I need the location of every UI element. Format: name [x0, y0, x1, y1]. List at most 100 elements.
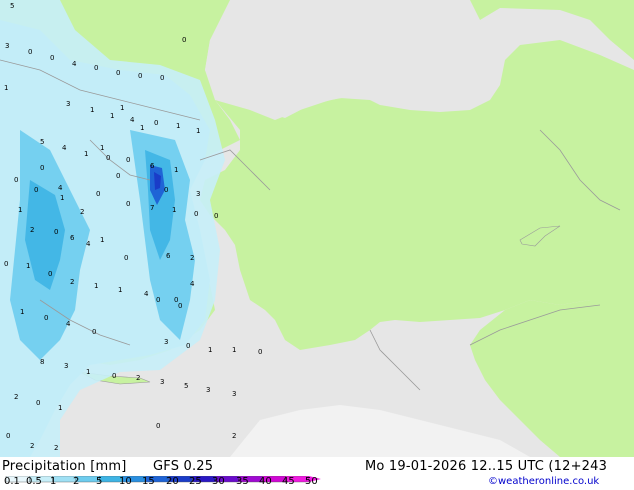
valid-time: Mo 19-01-2026 12..15 UTC (12+243: [365, 459, 608, 474]
precip-value-label: 0: [258, 348, 262, 356]
legend-label: 15: [142, 476, 155, 487]
precip-value-label: 0: [34, 186, 38, 194]
precip-value-label: 2: [190, 254, 194, 262]
precip-value-label: 0: [126, 156, 130, 164]
precip-value-label: 0: [112, 372, 116, 380]
precip-value-label: 4: [86, 240, 91, 248]
precip-value-label: 1: [94, 282, 98, 290]
precip-value-label: 0: [14, 176, 18, 184]
legend-label: 2: [73, 476, 80, 487]
product-title: Precipitation [mm]: [2, 459, 127, 474]
precip-value-label: 1: [90, 106, 94, 114]
precip-value-label: 0: [154, 119, 158, 127]
precip-value-label: 0: [48, 270, 52, 278]
precip-value-label: 3: [196, 190, 200, 198]
precip-value-label: 1: [118, 286, 122, 294]
precip-value-label: 1: [110, 112, 114, 120]
precip-value-label: 1: [86, 368, 90, 376]
precip-value-label: 5: [184, 382, 188, 390]
precip-value-label: 1: [58, 404, 62, 412]
precip-value-label: 4: [130, 116, 135, 124]
precip-value-label: 8: [40, 358, 44, 366]
precip-value-label: 4: [66, 320, 71, 328]
precip-value-label: 0: [214, 212, 218, 220]
precip-value-label: 2: [70, 278, 74, 286]
legend-label: 20: [166, 476, 179, 487]
precip-value-label: 1: [4, 84, 8, 92]
precip-value-label: 0: [124, 254, 128, 262]
precip-value-label: 0: [178, 302, 182, 310]
precip-value-label: 0: [194, 210, 198, 218]
legend-label: 1: [50, 476, 57, 487]
precip-value-label: 0: [92, 328, 96, 336]
legend-label: 25: [189, 476, 202, 487]
precip-value-label: 0: [126, 200, 130, 208]
precip-value-label: 4: [190, 280, 195, 288]
precip-value-label: 0: [96, 190, 100, 198]
precip-value-label: 0: [164, 186, 168, 194]
precip-value-label: 0: [94, 64, 98, 72]
precip-value-label: 1: [232, 346, 236, 354]
precip-value-label: 0: [28, 48, 32, 56]
precip-value-label: 0: [40, 164, 44, 172]
precip-value-label: 0: [106, 154, 110, 162]
precip-value-label: 3: [206, 386, 210, 394]
precip-value-label: 6: [150, 162, 155, 170]
precip-value-label: 1: [84, 150, 88, 158]
precip-value-label: 0: [44, 314, 48, 322]
precip-value-label: 1: [172, 206, 176, 214]
precip-value-label: 3: [64, 362, 68, 370]
precip-value-label: 4: [144, 290, 149, 298]
precip-value-label: 1: [176, 122, 180, 130]
precip-value-label: 3: [160, 378, 164, 386]
precip-value-label: 0: [174, 296, 178, 304]
precip-value-label: 1: [100, 144, 104, 152]
precip-value-label: 1: [120, 104, 124, 112]
precip-value-label: 0: [160, 74, 164, 82]
precip-value-label: 3: [232, 390, 236, 398]
precip-value-label: 0: [6, 432, 10, 440]
model-name: GFS 0.25: [153, 459, 214, 474]
precip-value-label: 1: [60, 194, 64, 202]
precip-value-label: 3: [5, 42, 9, 50]
precip-value-label: 2: [30, 442, 34, 450]
precip-value-label: 6: [70, 234, 75, 242]
legend-label: 0.1: [4, 476, 20, 487]
precip-value-label: 0: [138, 72, 142, 80]
legend-label: 5: [96, 476, 103, 487]
legend-label: 45: [282, 476, 295, 487]
precip-value-label: 5: [40, 138, 44, 146]
legend-label: 30: [212, 476, 225, 487]
precip-value-label: 7: [150, 204, 154, 212]
precip-value-label: 0: [182, 36, 186, 44]
legend-label: 35: [236, 476, 249, 487]
credit-link[interactable]: ©weatheronline.co.uk: [488, 476, 599, 487]
precip-value-label: 2: [30, 226, 34, 234]
precip-value-label: 1: [18, 206, 22, 214]
precip-value-label: 0: [54, 228, 58, 236]
precip-value-label: 5: [10, 2, 14, 10]
legend-label: 10: [119, 476, 132, 487]
precip-value-label: 2: [136, 374, 140, 382]
precip-value-label: 1: [208, 346, 212, 354]
precip-value-label: 0: [36, 399, 40, 407]
precip-value-label: 4: [72, 60, 77, 68]
precip-value-label: 0: [156, 422, 160, 430]
precip-value-label: 1: [140, 124, 144, 132]
precip-value-label: 0: [116, 172, 120, 180]
precip-value-label: 3: [66, 100, 70, 108]
precip-value-label: 0: [50, 54, 54, 62]
precip-value-label: 0: [186, 342, 190, 350]
precip-value-label: 1: [100, 236, 104, 244]
precip-value-label: 0: [4, 260, 8, 268]
precip-value-label: 1: [20, 308, 24, 316]
precipitation-map: 5300400000131140115410061400710002641010…: [0, 0, 634, 457]
precip-value-label: 2: [14, 393, 18, 401]
legend-label: 40: [259, 476, 272, 487]
precip-value-label: 4: [58, 184, 63, 192]
map-canvas: 53004 00 0 001311 4 0 11541 0 06 1400 7 1 0 00264 10 10…: [0, 0, 634, 457]
precip-value-label: 1: [26, 262, 30, 270]
precip-value-label: 1: [174, 166, 178, 174]
precip-value-label: 3: [164, 338, 168, 346]
precip-value-label: 1: [196, 127, 200, 135]
